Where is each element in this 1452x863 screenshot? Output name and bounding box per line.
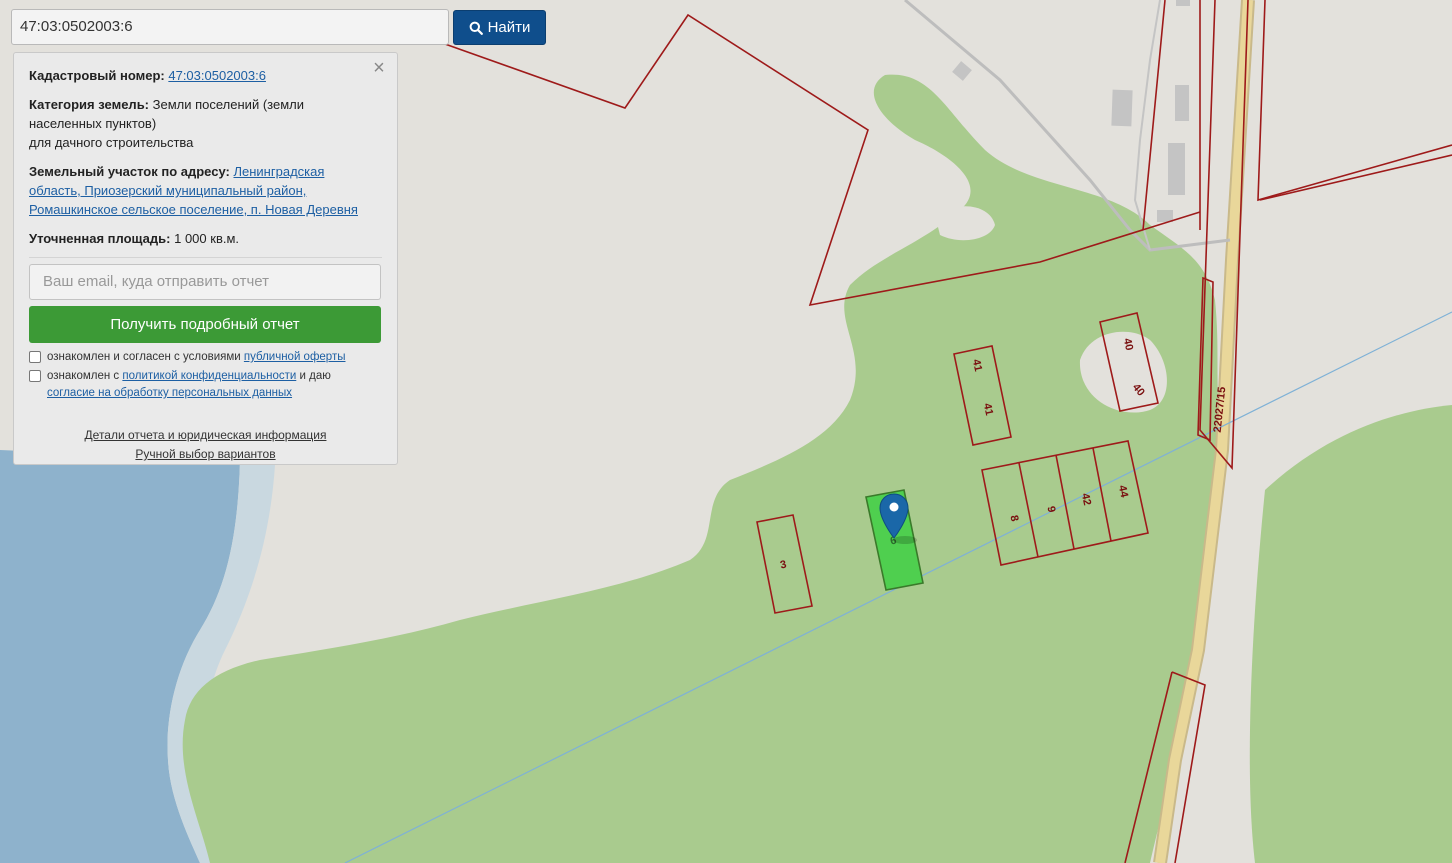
search-icon [469, 21, 483, 35]
area-value: 1 000 кв.м. [174, 231, 240, 246]
cadastral-number-label: Кадастровый номер: [29, 68, 165, 83]
parcel-label-41-b: 41 [981, 402, 995, 416]
land-category-label: Категория земель: [29, 97, 150, 112]
parcel-label-41-a: 41 [970, 358, 984, 372]
footer-links: Детали отчета и юридическая информация Р… [29, 426, 382, 464]
land-category-value-2: населенных пунктов) [29, 116, 157, 131]
get-report-button[interactable]: Получить подробный отчет [29, 306, 381, 343]
land-category-value-3: для дачного строительства [29, 135, 194, 150]
search-input[interactable]: 47:03:0502003:6 [11, 9, 449, 45]
personal-data-consent-link[interactable]: согласие на обработку персональных данны… [47, 387, 292, 399]
privacy-consent-text-2: и даю [299, 370, 331, 382]
address-row: Земельный участок по адресу: Ленинградск… [29, 162, 382, 219]
privacy-policy-link[interactable]: политикой конфиденциальности [122, 370, 296, 382]
offer-consent-row: ознакомлен и согласен с условиями публич… [29, 349, 382, 366]
search-button[interactable]: Найти [453, 10, 546, 45]
parcel-info-panel: × Кадастровый номер: 47:03:0502003:6 Кат… [13, 52, 398, 465]
cadastral-number-row: Кадастровый номер: 47:03:0502003:6 [29, 66, 382, 85]
privacy-consent-checkbox[interactable] [29, 370, 41, 382]
divider [29, 257, 382, 258]
public-offer-link[interactable]: публичной оферты [244, 351, 346, 363]
land-category-row: Категория земель: Земли поселений (земли… [29, 95, 382, 152]
address-link-3[interactable]: Ромашкинское сельское поселение, п. Нова… [29, 202, 358, 217]
search-button-label: Найти [487, 19, 531, 36]
land-category-value-1: Земли поселений (земли [152, 97, 304, 112]
address-link-2[interactable]: область, Приозерский муниципальный район… [29, 183, 306, 198]
close-icon[interactable]: × [370, 58, 388, 78]
privacy-consent-text-1: ознакомлен с [47, 370, 120, 382]
parcel-label-42[interactable]: 42 [1079, 492, 1093, 506]
email-field[interactable]: Ваш email, куда отправить отчет [29, 264, 381, 300]
address-label: Земельный участок по адресу: [29, 164, 230, 179]
manual-selection-link[interactable]: Ручной выбор вариантов [29, 445, 382, 464]
privacy-consent-row: ознакомлен с политикой конфиденциальност… [29, 368, 382, 402]
offer-consent-checkbox[interactable] [29, 351, 41, 363]
parcel-label-40-a: 40 [1121, 337, 1135, 351]
cadastral-number-link[interactable]: 47:03:0502003:6 [168, 68, 266, 83]
offer-consent-text: ознакомлен и согласен с условиями [47, 351, 241, 363]
area-label: Уточненная площадь: [29, 231, 171, 246]
report-details-link[interactable]: Детали отчета и юридическая информация [29, 426, 382, 445]
area-row: Уточненная площадь: 1 000 кв.м. [29, 229, 382, 248]
address-link-1[interactable]: Ленинградская [233, 164, 324, 179]
